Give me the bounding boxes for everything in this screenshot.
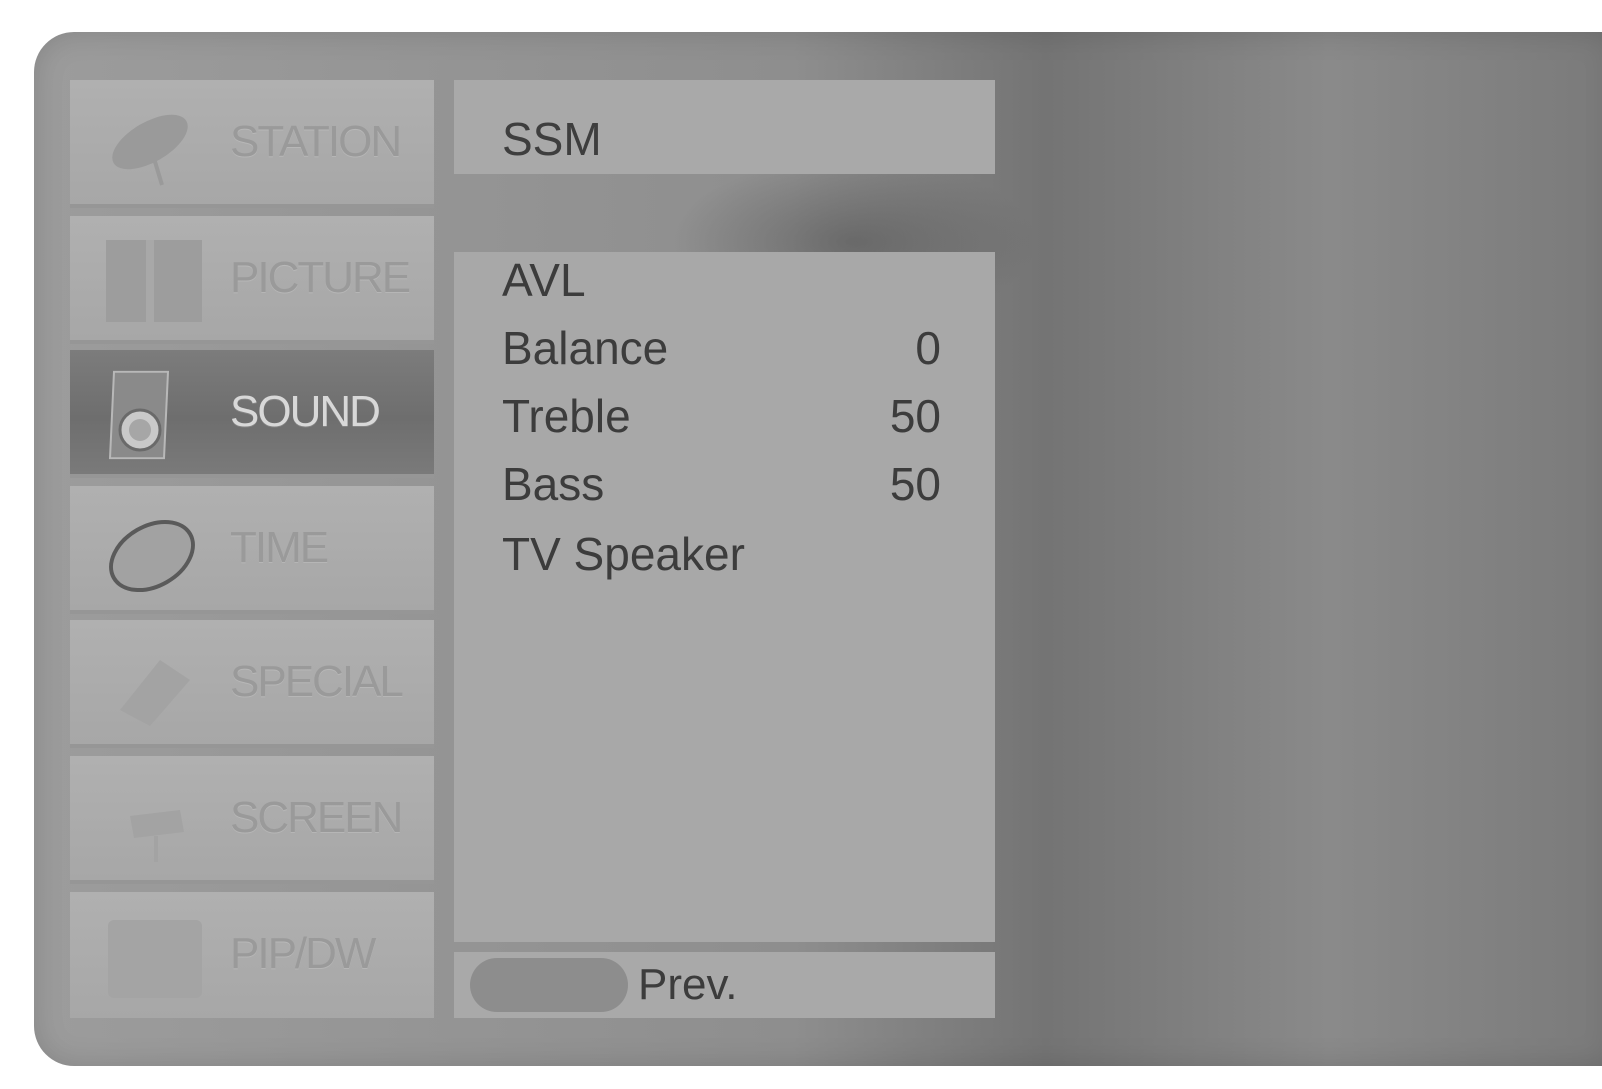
submenu-title: SSM (502, 113, 602, 165)
menu-item-time[interactable]: TIME (70, 486, 434, 614)
pip-icon (100, 912, 210, 1002)
list-item-avl[interactable]: AVL (454, 252, 995, 320)
clock-icon (100, 506, 210, 596)
list-item-tv-speaker[interactable]: TV Speaker (454, 526, 995, 594)
sound-settings-list: AVL Balance 0 Treble 50 Bass 50 TV Speak… (454, 252, 995, 942)
menu-label: STATION (230, 117, 402, 166)
row-label: Bass (502, 458, 605, 510)
menu-item-screen[interactable]: SCREEN (70, 756, 434, 884)
row-value: 0 (915, 322, 941, 374)
menu-button-icon[interactable] (470, 958, 628, 1012)
list-item-bass[interactable]: Bass 50 (454, 456, 995, 524)
row-label: AVL (502, 254, 586, 306)
special-icon (100, 640, 210, 730)
menu-item-picture[interactable]: PICTURE (70, 216, 434, 344)
footer-bar: Prev. (454, 952, 995, 1018)
satellite-dish-icon (100, 100, 210, 190)
row-label: Treble (502, 390, 631, 442)
menu-label: SPECIAL (230, 657, 404, 706)
row-value: 50 (889, 390, 941, 442)
menu-item-special[interactable]: SPECIAL (70, 620, 434, 748)
submenu-title-bar[interactable]: SSM (454, 80, 995, 174)
menu-item-pip[interactable]: PIP/DW (70, 892, 434, 1018)
menu-item-sound[interactable]: SOUND (70, 350, 434, 478)
row-label: TV Speaker (502, 528, 745, 580)
speaker-icon (100, 370, 210, 460)
row-label: Balance (502, 322, 669, 374)
menu-label: PIP/DW (230, 929, 376, 978)
menu-label: PICTURE (230, 253, 411, 302)
picture-icon (100, 236, 210, 326)
menu-item-station[interactable]: STATION (70, 80, 434, 208)
menu-label: SCREEN (230, 793, 403, 842)
row-value: 50 (889, 458, 941, 510)
list-item-balance[interactable]: Balance 0 (454, 320, 995, 388)
list-item-treble[interactable]: Treble 50 (454, 388, 995, 456)
menu-label: SOUND (230, 387, 381, 436)
screen-icon (100, 776, 210, 866)
prev-hint: Prev. (638, 960, 738, 1009)
menu-label: TIME (230, 523, 329, 572)
